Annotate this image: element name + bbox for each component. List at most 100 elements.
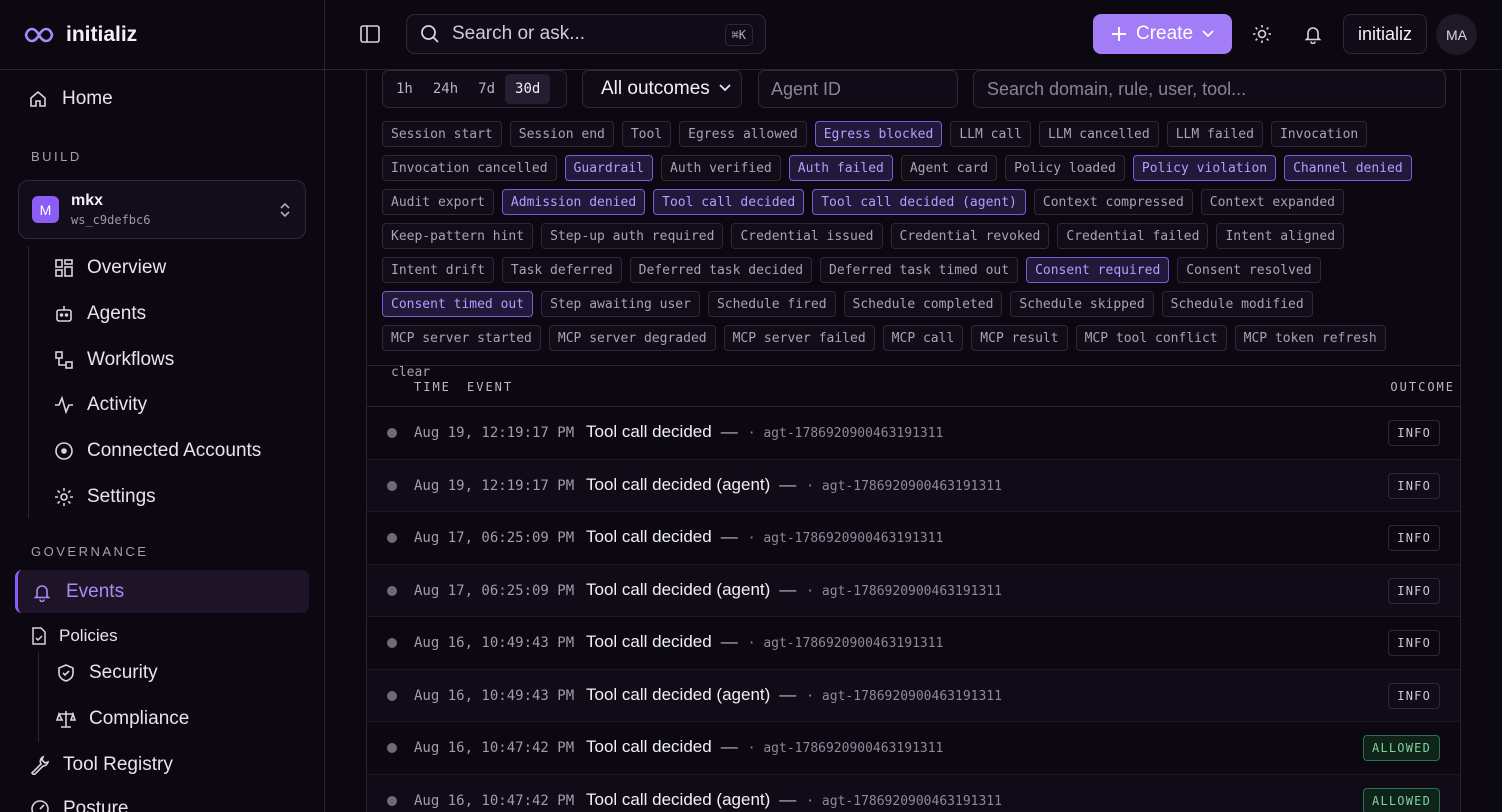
table-row[interactable]: Aug 16, 10:47:42 PM Tool call decided — · a…: [367, 722, 1460, 775]
event-type-chip[interactable]: Schedule modified: [1161, 291, 1313, 317]
table-row[interactable]: Aug 17, 06:25:09 PM Tool call decided — · a…: [367, 512, 1460, 565]
event-type-chip[interactable]: Schedule fired: [707, 291, 836, 317]
event-type-chip[interactable]: MCP tool conflict: [1075, 325, 1227, 351]
event-type-chip[interactable]: Step awaiting user: [541, 291, 700, 317]
filters-bar: 1h 24h 7d 30d All outcomes: [382, 70, 1452, 110]
workspace-id: ws_c9defbc6: [71, 213, 151, 227]
row-event-dash: —: [779, 789, 797, 809]
event-type-chip[interactable]: Context compressed: [1033, 189, 1193, 215]
sidebar-item-overview[interactable]: Overview: [54, 257, 166, 279]
sidebar-item-home[interactable]: Home: [28, 88, 113, 110]
event-type-chip[interactable]: Intent drift: [382, 257, 494, 283]
outcome-select[interactable]: All outcomes: [582, 70, 742, 108]
event-type-chip[interactable]: Egress allowed: [679, 121, 807, 147]
event-type-chip[interactable]: LLM failed: [1166, 121, 1263, 147]
event-type-chip[interactable]: Session start: [382, 121, 502, 147]
event-type-chip[interactable]: Keep-pattern hint: [382, 223, 534, 249]
event-type-chip[interactable]: Auth verified: [661, 155, 781, 181]
time-range-24h[interactable]: 24h: [423, 74, 468, 104]
event-type-chip[interactable]: Egress blocked: [814, 121, 943, 147]
event-type-chip[interactable]: Context expanded: [1200, 189, 1345, 215]
sidebar-group-policies[interactable]: Policies: [31, 626, 118, 646]
column-header-event[interactable]: EVENT: [467, 380, 513, 394]
event-type-chip[interactable]: Credential revoked: [890, 223, 1050, 249]
global-search[interactable]: Search or ask... ⌘K: [406, 14, 766, 54]
event-type-chip[interactable]: Invocation cancelled: [382, 155, 557, 181]
event-type-chip[interactable]: LLM call: [950, 121, 1031, 147]
brand[interactable]: initializ: [0, 0, 324, 70]
event-type-chip[interactable]: Schedule skipped: [1010, 291, 1154, 317]
row-event-title: Tool call decided (agent): [586, 474, 771, 494]
event-type-chip[interactable]: Guardrail: [564, 155, 653, 181]
event-type-chip[interactable]: Agent card: [900, 155, 998, 181]
event-type-chip[interactable]: MCP result: [971, 325, 1068, 351]
event-type-chip[interactable]: Tool: [621, 121, 672, 147]
event-type-chip[interactable]: Deferred task timed out: [820, 257, 1019, 283]
event-type-chip[interactable]: LLM cancelled: [1038, 121, 1159, 147]
org-switcher[interactable]: initializ: [1343, 14, 1427, 54]
event-type-chip[interactable]: Consent required: [1026, 257, 1170, 283]
event-type-chip[interactable]: MCP server started: [382, 325, 541, 351]
sidebar-toggle-icon[interactable]: [360, 25, 380, 43]
sidebar-item-security[interactable]: Security: [56, 662, 158, 684]
sidebar-item-posture[interactable]: Posture: [30, 798, 128, 812]
event-type-chip[interactable]: Auth failed: [788, 155, 893, 181]
workspace-switcher[interactable]: M mkx ws_c9defbc6: [18, 180, 306, 239]
event-type-chip[interactable]: MCP server failed: [723, 325, 875, 351]
event-type-chip[interactable]: Deferred task decided: [629, 257, 813, 283]
event-type-chip[interactable]: MCP token refresh: [1234, 325, 1386, 351]
table-row[interactable]: Aug 16, 10:49:43 PM Tool call decided — · a…: [367, 617, 1460, 670]
sidebar-item-label: Events: [66, 580, 125, 602]
status-dot: [387, 428, 397, 438]
event-type-chip[interactable]: MCP server degraded: [548, 325, 716, 351]
row-time: Aug 16, 10:49:43 PM: [414, 687, 575, 704]
user-avatar[interactable]: MA: [1436, 14, 1477, 55]
event-type-chip[interactable]: Intent aligned: [1216, 223, 1345, 249]
event-search-input[interactable]: [973, 70, 1446, 108]
event-type-chip[interactable]: Credential failed: [1057, 223, 1209, 249]
table-row[interactable]: Aug 19, 12:19:17 PM Tool call decided (ag…: [367, 459, 1460, 512]
table-row[interactable]: Aug 16, 10:49:43 PM Tool call decided (ag…: [367, 669, 1460, 722]
create-button[interactable]: Create: [1093, 14, 1232, 54]
outcome-badge: INFO: [1388, 525, 1440, 551]
time-range-1h[interactable]: 1h: [386, 74, 423, 104]
agent-id-input[interactable]: [758, 70, 958, 108]
sidebar-item-settings[interactable]: Settings: [54, 486, 156, 508]
event-type-chip[interactable]: MCP call: [882, 325, 964, 351]
sidebar-item-connected-accounts[interactable]: Connected Accounts: [54, 440, 261, 462]
event-type-chip[interactable]: Consent resolved: [1177, 257, 1321, 283]
row-event-title: Tool call decided: [586, 527, 712, 546]
event-type-chip[interactable]: Audit export: [382, 189, 494, 215]
event-type-chip[interactable]: Consent timed out: [382, 291, 534, 317]
event-type-chip[interactable]: Task deferred: [501, 257, 622, 283]
row-event: Tool call decided — · agt-1786920900463191…: [586, 422, 943, 442]
event-type-chip[interactable]: Admission denied: [501, 189, 646, 215]
status-dot: [387, 743, 397, 753]
sidebar-item-tool-registry[interactable]: Tool Registry: [30, 754, 173, 776]
column-header-time[interactable]: TIME: [414, 380, 451, 394]
notifications-bell-icon[interactable]: [1303, 24, 1323, 44]
event-type-chip[interactable]: Tool call decided: [653, 189, 805, 215]
table-row[interactable]: Aug 19, 12:19:17 PM Tool call decided — · a…: [367, 407, 1460, 460]
table-row[interactable]: Aug 16, 10:47:42 PM Tool call decided (ag…: [367, 774, 1460, 812]
event-type-chip[interactable]: Invocation: [1270, 121, 1368, 147]
sidebar-item-agents[interactable]: Agents: [54, 303, 146, 325]
sidebar-item-label: Agents: [87, 303, 147, 324]
event-type-chip[interactable]: Session end: [509, 121, 614, 147]
event-type-chip[interactable]: Policy loaded: [1005, 155, 1125, 181]
sidebar-item-compliance[interactable]: Compliance: [56, 708, 189, 730]
sidebar-item-activity[interactable]: Activity: [54, 394, 147, 416]
sidebar-item-events[interactable]: Events: [15, 570, 309, 613]
event-type-chip[interactable]: Policy violation: [1132, 155, 1277, 181]
theme-toggle-icon[interactable]: [1252, 24, 1272, 44]
sidebar-item-workflows[interactable]: Workflows: [54, 349, 174, 371]
event-type-chip[interactable]: Tool call decided (agent): [812, 189, 1026, 215]
event-type-chip[interactable]: Channel denied: [1284, 155, 1412, 181]
column-header-outcome[interactable]: OUTCOME: [1390, 380, 1455, 394]
time-range-7d[interactable]: 7d: [468, 74, 505, 104]
event-type-chip[interactable]: Step-up auth required: [541, 223, 724, 249]
event-type-chip[interactable]: Credential issued: [731, 223, 883, 249]
time-range-30d[interactable]: 30d: [505, 74, 551, 104]
table-row[interactable]: Aug 17, 06:25:09 PM Tool call decided (ag…: [367, 564, 1460, 617]
event-type-chip[interactable]: Schedule completed: [843, 291, 1003, 317]
